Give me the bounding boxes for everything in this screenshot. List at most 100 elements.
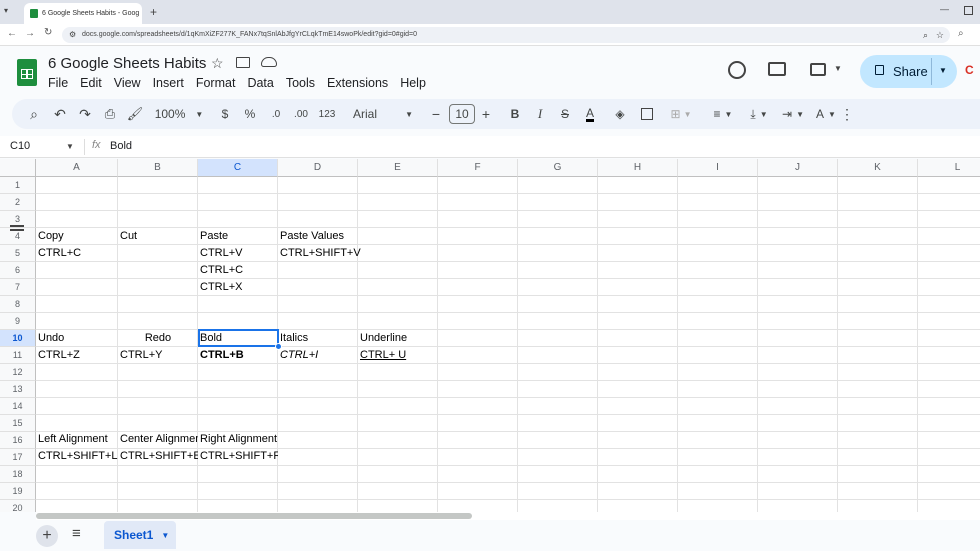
- font-size-input[interactable]: 10: [448, 99, 476, 129]
- cell-a10[interactable]: Undo: [36, 330, 64, 347]
- back-icon[interactable]: ←: [7, 28, 17, 39]
- increase-font-size-icon[interactable]: +: [478, 99, 494, 129]
- text-color-button[interactable]: A: [580, 99, 600, 129]
- version-history-icon[interactable]: [728, 61, 746, 79]
- scrollbar-thumb[interactable]: [36, 513, 472, 519]
- tab-search-icon[interactable]: ▾: [4, 6, 14, 16]
- sheet-tab-dropdown-icon[interactable]: ▼: [161, 531, 169, 540]
- menu-extensions[interactable]: Extensions: [327, 76, 388, 90]
- cell-c4[interactable]: Paste: [198, 228, 228, 245]
- menu-data[interactable]: Data: [247, 76, 273, 90]
- cell-a5[interactable]: CTRL+C: [36, 245, 81, 262]
- cell-c11[interactable]: CTRL+B: [198, 347, 244, 364]
- cell-c6[interactable]: CTRL+C: [198, 262, 243, 279]
- menu-edit[interactable]: Edit: [80, 76, 102, 90]
- currency-format-button[interactable]: $: [215, 99, 235, 129]
- new-tab-icon[interactable]: +: [150, 5, 157, 19]
- avatar[interactable]: C: [965, 63, 974, 77]
- column-header-k[interactable]: K: [838, 159, 918, 177]
- row-header-7[interactable]: 7: [0, 279, 36, 296]
- share-button[interactable]: Share ▼: [860, 55, 957, 88]
- undo-icon[interactable]: ↶: [50, 99, 70, 129]
- bookmark-star-icon[interactable]: ☆: [936, 27, 944, 43]
- sheet-tab-sheet1[interactable]: Sheet1 ▼: [104, 521, 176, 549]
- star-icon[interactable]: ☆: [211, 55, 224, 72]
- fill-handle[interactable]: [275, 343, 282, 350]
- name-box[interactable]: C10: [10, 140, 30, 152]
- extensions-icon[interactable]: ⌕: [958, 28, 964, 39]
- cell-d5[interactable]: CTRL+SHIFT+V: [278, 245, 361, 262]
- cell-c5[interactable]: CTRL+V: [198, 245, 243, 262]
- reload-icon[interactable]: ↻: [44, 27, 52, 38]
- search-menus-icon[interactable]: ⌕: [24, 99, 44, 129]
- formula-input[interactable]: Bold: [110, 140, 132, 152]
- decrease-decimal-button[interactable]: .0: [265, 99, 287, 129]
- row-header-2[interactable]: 2: [0, 194, 36, 211]
- cell-a16[interactable]: Left Alignment: [36, 431, 108, 448]
- column-header-i[interactable]: I: [678, 159, 758, 177]
- row-header-15[interactable]: 15: [0, 415, 36, 432]
- row-header-18[interactable]: 18: [0, 466, 36, 483]
- row-header-17[interactable]: 17: [0, 449, 36, 466]
- forward-icon[interactable]: →: [25, 28, 35, 39]
- row-header-8[interactable]: 8: [0, 296, 36, 313]
- cell-d4[interactable]: Paste Values: [278, 228, 344, 245]
- select-all-corner[interactable]: [0, 159, 36, 177]
- borders-icon[interactable]: [637, 99, 657, 129]
- freeze-handle-icon[interactable]: [10, 225, 24, 231]
- column-header-e[interactable]: E: [358, 159, 438, 177]
- increase-decimal-button[interactable]: .00: [289, 99, 313, 129]
- row-header-11[interactable]: 11: [0, 347, 36, 364]
- cell-a11[interactable]: CTRL+Z: [36, 347, 80, 364]
- column-header-a[interactable]: A: [36, 159, 118, 177]
- cell-e10[interactable]: Underline: [358, 330, 407, 347]
- meet-dropdown-icon[interactable]: ▼: [834, 64, 842, 73]
- percent-format-button[interactable]: %: [240, 99, 260, 129]
- cell-d11[interactable]: CTRL+I: [278, 347, 318, 364]
- number-format-button[interactable]: 123: [315, 99, 339, 129]
- row-header-19[interactable]: 19: [0, 483, 36, 500]
- browser-tab[interactable]: 6 Google Sheets Habits - Goog ✕: [24, 3, 142, 24]
- cell-a4[interactable]: Copy: [36, 228, 64, 245]
- cell-b10[interactable]: Redo: [118, 330, 198, 347]
- sheets-logo-icon[interactable]: [17, 59, 37, 86]
- vertical-align-icon[interactable]: ⤓ ▼: [743, 99, 775, 129]
- row-header-6[interactable]: 6: [0, 262, 36, 279]
- cell-c7[interactable]: CTRL+X: [198, 279, 243, 296]
- strikethrough-button[interactable]: S: [555, 99, 575, 129]
- zoom-icon[interactable]: ⌕: [923, 27, 928, 43]
- decrease-font-size-icon[interactable]: −: [428, 99, 444, 129]
- cell-a17[interactable]: CTRL+SHIFT+L: [36, 448, 118, 465]
- site-info-icon[interactable]: ⚙: [69, 27, 76, 43]
- minimize-icon[interactable]: —: [940, 4, 949, 14]
- horizontal-align-icon[interactable]: ≡ ▼: [705, 99, 741, 129]
- column-header-f[interactable]: F: [438, 159, 518, 177]
- bold-button[interactable]: B: [505, 99, 525, 129]
- column-header-b[interactable]: B: [118, 159, 198, 177]
- name-box-dropdown-icon[interactable]: ▼: [66, 142, 74, 151]
- row-header-9[interactable]: 9: [0, 313, 36, 330]
- menu-help[interactable]: Help: [400, 76, 426, 90]
- column-header-c[interactable]: C: [198, 159, 278, 177]
- row-header-12[interactable]: 12: [0, 364, 36, 381]
- add-sheet-icon[interactable]: +: [36, 525, 58, 547]
- move-folder-icon[interactable]: [236, 57, 250, 68]
- menu-tools[interactable]: Tools: [286, 76, 315, 90]
- cell-b11[interactable]: CTRL+Y: [118, 347, 163, 364]
- column-header-g[interactable]: G: [518, 159, 598, 177]
- share-dropdown-icon[interactable]: ▼: [939, 66, 947, 75]
- spreadsheet-grid[interactable]: ABCDEFGHIJKL 1 2 3 4 5 6 7 8 9 10 11 12 13 14 15 16 17 18…: [0, 159, 980, 512]
- maximize-icon[interactable]: [964, 6, 973, 15]
- text-wrapping-icon[interactable]: ⇥ ▼: [778, 99, 808, 129]
- cell-e11[interactable]: CTRL+ U: [358, 347, 406, 364]
- document-title[interactable]: 6 Google Sheets Habits: [48, 55, 206, 72]
- menu-file[interactable]: File: [48, 76, 68, 90]
- row-header-5[interactable]: 5: [0, 245, 36, 262]
- menu-format[interactable]: Format: [196, 76, 236, 90]
- more-options-icon[interactable]: ⋮: [837, 99, 857, 129]
- paint-format-icon[interactable]: 🖌: [125, 99, 145, 129]
- column-header-j[interactable]: J: [758, 159, 838, 177]
- cell-c16[interactable]: Right Alignment: [198, 431, 277, 448]
- cell-b4[interactable]: Cut: [118, 228, 137, 245]
- column-header-l[interactable]: L: [918, 159, 980, 177]
